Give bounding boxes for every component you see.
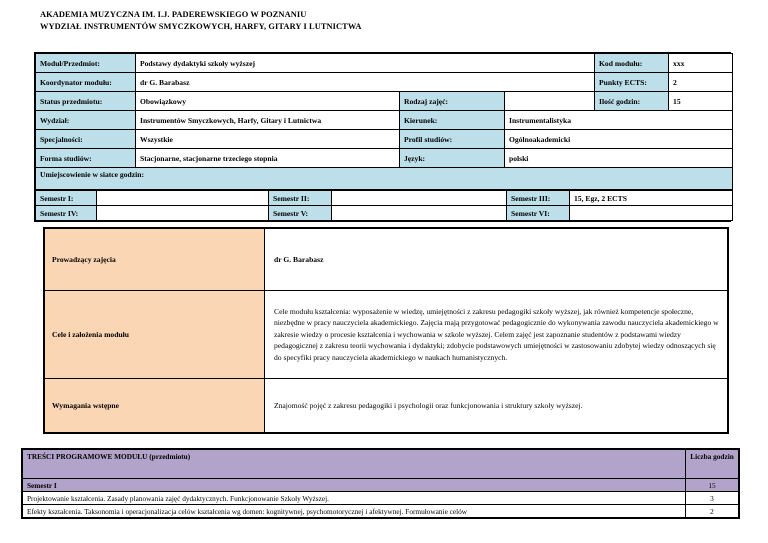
profil-value: Ogólnoakademicki (505, 130, 733, 149)
row-prowadzacy: Prowadzący zajęcia dr G. Barabasz (45, 229, 728, 291)
modul-value: Podstawy dydaktyki szkoły wyższej (136, 54, 595, 73)
sem6-value (570, 206, 733, 221)
module-info-grid: Moduł/Przedmiot: Podstawy dydaktyki szko… (35, 53, 733, 190)
row-koordynator: Koordynator modułu: dr G. Barabasz Punkt… (36, 73, 733, 92)
specjalnosci-label: Specjalności: (36, 130, 136, 149)
sem1-label: Semestr I: (36, 191, 97, 206)
status-label: Status przedmiotu: (36, 92, 136, 111)
row-specjalnosci: Specjalności: Wszystkie Profil studiów: … (36, 130, 733, 149)
kod-label: Kod modułu: (595, 54, 669, 73)
module-details-grid: Prowadzący zajęcia dr G. Barabasz Cele i… (44, 228, 728, 433)
row-program-header: TREŚCI PROGRAMOWE MODUŁU (przedmiotu) Li… (23, 450, 739, 479)
program-contents-table: TREŚCI PROGRAMOWE MODUŁU (przedmiotu) Li… (21, 448, 740, 519)
jezyk-value: polski (505, 149, 733, 168)
program-row-text: Projektowanie kształcenia. Zasady planow… (23, 492, 686, 505)
semester-grid: Semestr I: Semestr II: Semestr III: 15, … (35, 190, 733, 221)
kierunek-label: Kierunek: (400, 111, 505, 130)
row-program-item: Projektowanie kształcenia. Zasady planow… (23, 492, 739, 505)
program-row-hours: 15 (686, 479, 739, 492)
wydzial-value: Instrumentów Smyczkowych, Harfy, Gitary … (136, 111, 400, 130)
ilosc-value: 15 (669, 92, 733, 111)
cele-label: Cele i założenia modułu (45, 291, 265, 379)
institution-header: AKADEMIA MUZYCZNA IM. I.J. PADEREWSKIEGO… (40, 9, 362, 33)
koordynator-value: dr G. Barabasz (136, 73, 595, 92)
module-info-table: Moduł/Przedmiot: Podstawy dydaktyki szko… (34, 52, 731, 222)
document-page: { "header": { "line1": "AKADEMIA MUZYCZN… (0, 0, 768, 543)
sem4-label: Semestr IV: (36, 206, 97, 221)
module-details-table: Prowadzący zajęcia dr G. Barabasz Cele i… (43, 227, 729, 434)
sem3-label: Semestr III: (507, 191, 570, 206)
specjalnosci-value: Wszystkie (136, 130, 400, 149)
row-modul: Moduł/Przedmiot: Podstawy dydaktyki szko… (36, 54, 733, 73)
row-program-item: Efekty kształcenia. Taksonomia i operacj… (23, 505, 739, 518)
sem2-label: Semestr II: (269, 191, 332, 206)
program-hours-header: Liczba godzin (686, 450, 739, 479)
modul-label: Moduł/Przedmiot: (36, 54, 136, 73)
punkty-value: 2 (669, 73, 733, 92)
prowadzacy-value: dr G. Barabasz (265, 229, 728, 291)
sem6-label: Semestr VI: (507, 206, 570, 221)
program-row-hours: 2 (686, 505, 739, 518)
sem1-value (97, 191, 269, 206)
program-row-text: Efekty kształcenia. Taksonomia i operacj… (23, 505, 686, 518)
row-status: Status przedmiotu: Obowiązkowy Rodzaj za… (36, 92, 733, 111)
faculty-name: WYDZIAŁ INSTRUMENTÓW SMYCZKOWYCH, HARFY,… (40, 21, 362, 33)
koordynator-label: Koordynator modułu: (36, 73, 136, 92)
kierunek-value: Instrumentalistyka (505, 111, 733, 130)
row-cele: Cele i założenia modułu Cele modułu kszt… (45, 291, 728, 379)
row-umiejscowienie: Umiejscowienie w siatce godzin: (36, 168, 733, 190)
rodzaj-value (505, 92, 595, 111)
profil-label: Profil studiów: (400, 130, 505, 149)
forma-value: Stacjonarne, stacjonarne trzeciego stopn… (136, 149, 400, 168)
sem3-value: 15, Egz, 2 ECTS (570, 191, 733, 206)
punkty-label: Punkty ECTS: (595, 73, 669, 92)
program-contents-grid: TREŚCI PROGRAMOWE MODUŁU (przedmiotu) Li… (22, 449, 739, 518)
wymagania-label: Wymagania wstępne (45, 379, 265, 433)
row-program-semestr: Semestr I 15 (23, 479, 739, 492)
ilosc-label: Ilość godzin: (595, 92, 669, 111)
kod-value: xxx (669, 54, 733, 73)
program-title: TREŚCI PROGRAMOWE MODUŁU (przedmiotu) (23, 450, 686, 479)
forma-label: Forma studiów: (36, 149, 136, 168)
cele-value: Cele modułu kształcenia: wyposażenie w w… (265, 291, 728, 379)
sem5-value (332, 206, 507, 221)
prowadzacy-label: Prowadzący zajęcia (45, 229, 265, 291)
jezyk-label: Język: (400, 149, 505, 168)
rodzaj-label: Rodzaj zajęć: (400, 92, 505, 111)
row-forma: Forma studiów: Stacjonarne, stacjonarne … (36, 149, 733, 168)
row-semestry-1: Semestr I: Semestr II: Semestr III: 15, … (36, 191, 733, 206)
sem5-label: Semestr V: (269, 206, 332, 221)
wydzial-label: Wydział: (36, 111, 136, 130)
program-row-text: Semestr I (23, 479, 686, 492)
row-wymagania: Wymagania wstępne Znajomość pojęć z zakr… (45, 379, 728, 433)
row-semestry-2: Semestr IV: Semestr V: Semestr VI: (36, 206, 733, 221)
status-value: Obowiązkowy (136, 92, 400, 111)
umiejscowienie-label: Umiejscowienie w siatce godzin: (36, 168, 733, 190)
program-row-hours: 3 (686, 492, 739, 505)
row-wydzial: Wydział: Instrumentów Smyczkowych, Harfy… (36, 111, 733, 130)
institution-name: AKADEMIA MUZYCZNA IM. I.J. PADEREWSKIEGO… (40, 9, 362, 21)
wymagania-value: Znajomość pojęć z zakresu pedagogiki i p… (265, 379, 728, 433)
sem2-value (332, 191, 507, 206)
sem4-value (97, 206, 269, 221)
